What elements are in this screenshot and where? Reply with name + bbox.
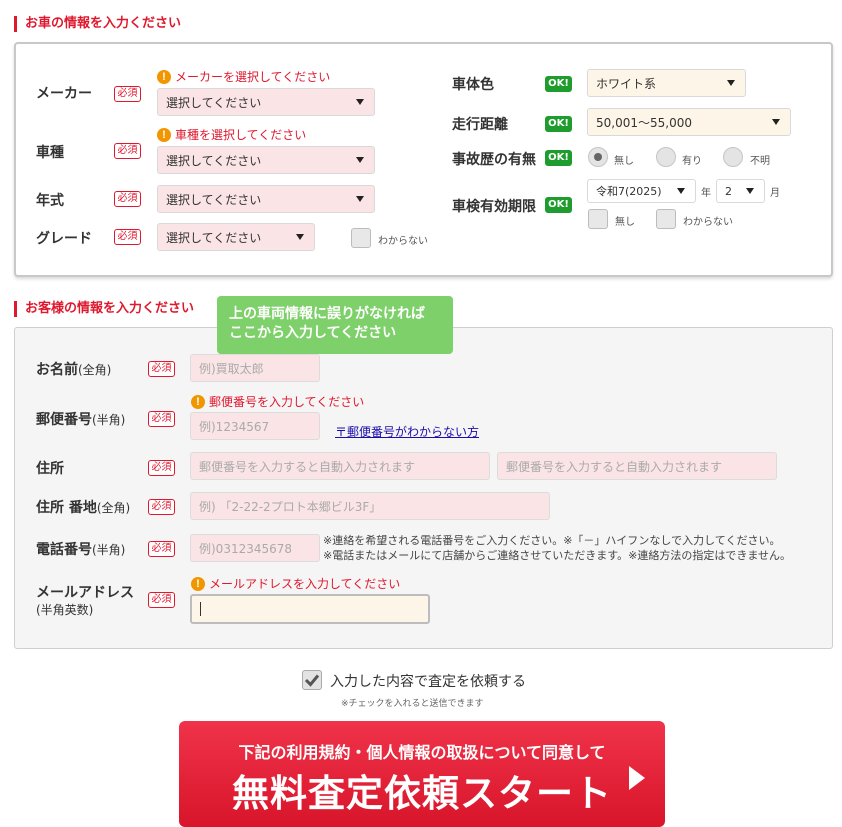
accident-label: 事故歴の有無 — [452, 152, 536, 168]
car-section-title: お車の情報を入力ください — [14, 16, 181, 32]
zip-required-badge: 必須 — [148, 411, 175, 427]
accident-radio-unknown[interactable] — [723, 147, 743, 167]
chevron-down-icon — [727, 80, 735, 86]
email-input[interactable] — [190, 594, 430, 624]
phone-required-badge: 必須 — [148, 541, 175, 557]
inspection-unknown-checkbox[interactable] — [656, 209, 676, 229]
inspection-month-unit: 月 — [770, 188, 780, 199]
year-label: 年式 — [36, 193, 64, 209]
phone-label: 電話番号(半角) — [36, 542, 126, 558]
chevron-down-icon — [296, 234, 304, 240]
email-error: ! メールアドレスを入力してください — [191, 575, 400, 592]
consent-checkbox[interactable] — [302, 670, 322, 690]
name-required-badge: 必須 — [148, 361, 175, 377]
grade-required-badge: 必須 — [114, 229, 141, 245]
chevron-down-icon — [356, 99, 364, 105]
email-sublabel: (半角英数) — [36, 603, 94, 617]
color-label: 車体色 — [452, 77, 494, 93]
email-label: メールアドレス — [36, 585, 134, 601]
accident-radio-none[interactable] — [588, 147, 608, 167]
zip-input[interactable]: 例)1234567 — [190, 412, 320, 440]
warning-icon: ! — [157, 127, 171, 142]
warning-icon: ! — [191, 394, 205, 409]
grade-unknown-checkbox[interactable] — [351, 228, 371, 248]
color-select[interactable]: ホワイト系 — [587, 69, 746, 97]
zip-help-link[interactable]: 〒郵便番号がわからない方 — [335, 423, 479, 440]
color-ok-badge: OK! — [545, 76, 572, 92]
accident-option-none-label: 無し — [614, 156, 634, 167]
address-input-2[interactable]: 郵便番号を入力すると自動入力されます — [497, 452, 777, 480]
mileage-ok-badge: OK! — [545, 116, 572, 132]
address-detail-input[interactable]: 例) 「2-22-2プロト本郷ビル3F」 — [190, 492, 550, 520]
grade-select[interactable]: 選択してください — [157, 223, 315, 251]
grade-unknown-label: わからない — [378, 236, 428, 247]
address-input-1[interactable]: 郵便番号を入力すると自動入力されます — [190, 452, 490, 480]
chevron-down-icon — [356, 157, 364, 163]
inspection-ok-badge: OK! — [545, 197, 572, 213]
address-detail-label: 住所 番地(全角) — [36, 500, 131, 516]
phone-note-2: ※電話またはメールにて店舗からご連絡させていただきます。※連絡方法の指定はできま… — [323, 549, 792, 562]
checkmark-icon — [304, 674, 320, 687]
mileage-select[interactable]: 50,001～55,000 — [587, 108, 791, 136]
inspection-label: 車検有効期限 — [452, 199, 536, 215]
consent-note: ※チェックを入れると送信できます — [341, 699, 484, 709]
warning-icon: ! — [157, 69, 171, 84]
inspection-month-select[interactable]: 2 — [716, 179, 765, 203]
grade-label: グレード — [36, 231, 92, 247]
zip-label: 郵便番号(半角) — [36, 412, 126, 428]
chevron-down-icon — [772, 119, 780, 125]
chevron-down-icon — [356, 196, 364, 202]
name-input[interactable]: 例)買取太郎 — [190, 354, 320, 382]
arrow-right-icon — [629, 766, 645, 790]
model-required-badge: 必須 — [114, 143, 141, 159]
guide-tooltip: 上の車両情報に誤りがなければ ここから入力してください — [217, 296, 453, 354]
address-detail-required-badge: 必須 — [148, 499, 175, 515]
maker-error: ! メーカーを選択してください — [157, 68, 330, 85]
address-required-badge: 必須 — [148, 460, 175, 476]
inspection-none-checkbox[interactable] — [588, 209, 608, 229]
maker-required-badge: 必須 — [114, 86, 141, 102]
warning-icon: ! — [191, 576, 205, 591]
maker-select[interactable]: 選択してください — [157, 88, 375, 116]
accident-radio-yes[interactable] — [656, 147, 676, 167]
chevron-down-icon — [746, 188, 754, 194]
inspection-year-select[interactable]: 令和7(2025) — [587, 179, 696, 203]
accident-option-yes-label: 有り — [682, 156, 702, 167]
inspection-year-unit: 年 — [701, 188, 711, 199]
inspection-unknown-label: わからない — [683, 217, 733, 228]
email-required-badge: 必須 — [148, 592, 175, 608]
consent-label: 入力した内容で査定を依頼する — [330, 674, 526, 690]
year-select[interactable]: 選択してください — [157, 185, 375, 213]
customer-section-title: お客様の情報を入力ください — [14, 301, 194, 317]
model-select[interactable]: 選択してください — [157, 146, 375, 174]
year-required-badge: 必須 — [114, 191, 141, 207]
zip-error: ! 郵便番号を入力してください — [191, 393, 364, 410]
accident-ok-badge: OK! — [545, 150, 572, 166]
inspection-none-label: 無し — [615, 217, 635, 228]
text-cursor — [200, 602, 201, 616]
model-label: 車種 — [36, 145, 64, 161]
phone-input[interactable]: 例)0312345678 — [190, 534, 320, 562]
accident-option-unknown-label: 不明 — [750, 156, 770, 167]
address-label: 住所 — [36, 461, 64, 477]
mileage-label: 走行距離 — [452, 117, 508, 133]
phone-note-1: ※連絡を希望される電話番号をご入力ください。※「－」ハイフンなしで入力してくださ… — [323, 534, 781, 547]
chevron-down-icon — [677, 188, 685, 194]
model-error: ! 車種を選択してください — [157, 126, 306, 143]
maker-label: メーカー — [36, 86, 92, 102]
name-label: お名前(全角) — [36, 362, 112, 378]
submit-button[interactable]: 下記の利用規約・個人情報の取扱について同意して 無料査定依頼スタート — [179, 721, 665, 827]
